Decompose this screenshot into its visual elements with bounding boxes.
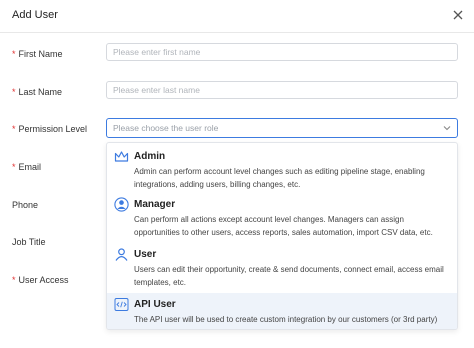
user-icon [114,247,129,262]
role-option-admin[interactable]: Admin Admin can perform account level ch… [107,145,457,193]
required-mark: * [12,87,16,97]
close-icon[interactable] [451,8,465,22]
role-title: User [134,249,157,260]
dialog-title: Add User [12,9,58,21]
permission-level-label: * Permission Level [12,124,88,134]
permission-level-select[interactable]: Please choose the user role [106,118,458,138]
last-name-label: * Last Name [12,87,63,97]
dialog-header: Add User [0,0,474,33]
role-option-user[interactable]: User Users can edit their opportunity, c… [107,243,457,293]
job-title-label: Job Title [12,237,46,247]
role-title: API User [134,299,176,310]
chevron-down-icon [443,124,451,132]
last-name-input[interactable] [106,81,458,99]
role-description: The API user will be used to create cust… [134,315,438,324]
role-title: Manager [134,199,176,210]
role-dropdown: Admin Admin can perform account level ch… [106,142,458,330]
role-option-manager[interactable]: Manager Can perform all actions except a… [107,193,457,243]
role-description: Admin can perform account level changes … [134,167,425,189]
required-mark: * [12,162,16,172]
user-access-label: * User Access [12,275,69,285]
first-name-input[interactable] [106,43,458,61]
first-name-label: * First Name [12,49,63,59]
manager-user-icon [114,197,129,212]
role-option-api-user[interactable]: API User The API user will be used to cr… [107,293,457,329]
required-mark: * [12,49,16,59]
crown-icon [114,149,129,164]
required-mark: * [12,275,16,285]
role-title: Admin [134,151,166,162]
phone-label: Phone [12,200,39,210]
required-mark: * [12,124,16,134]
email-label: * Email [12,162,42,172]
code-icon [114,297,129,312]
role-description: Can perform all actions except account l… [134,215,433,237]
role-description: Users can edit their opportunity, create… [134,265,444,287]
permission-level-placeholder: Please choose the user role [113,123,219,133]
